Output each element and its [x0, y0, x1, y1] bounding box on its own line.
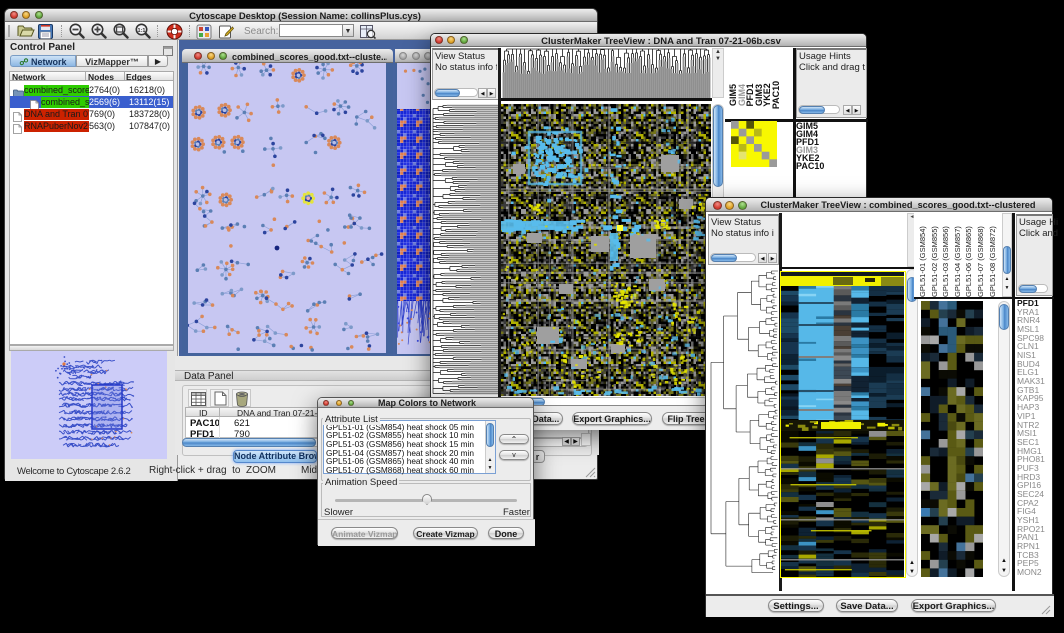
svg-text:1:1: 1:1	[138, 28, 146, 34]
